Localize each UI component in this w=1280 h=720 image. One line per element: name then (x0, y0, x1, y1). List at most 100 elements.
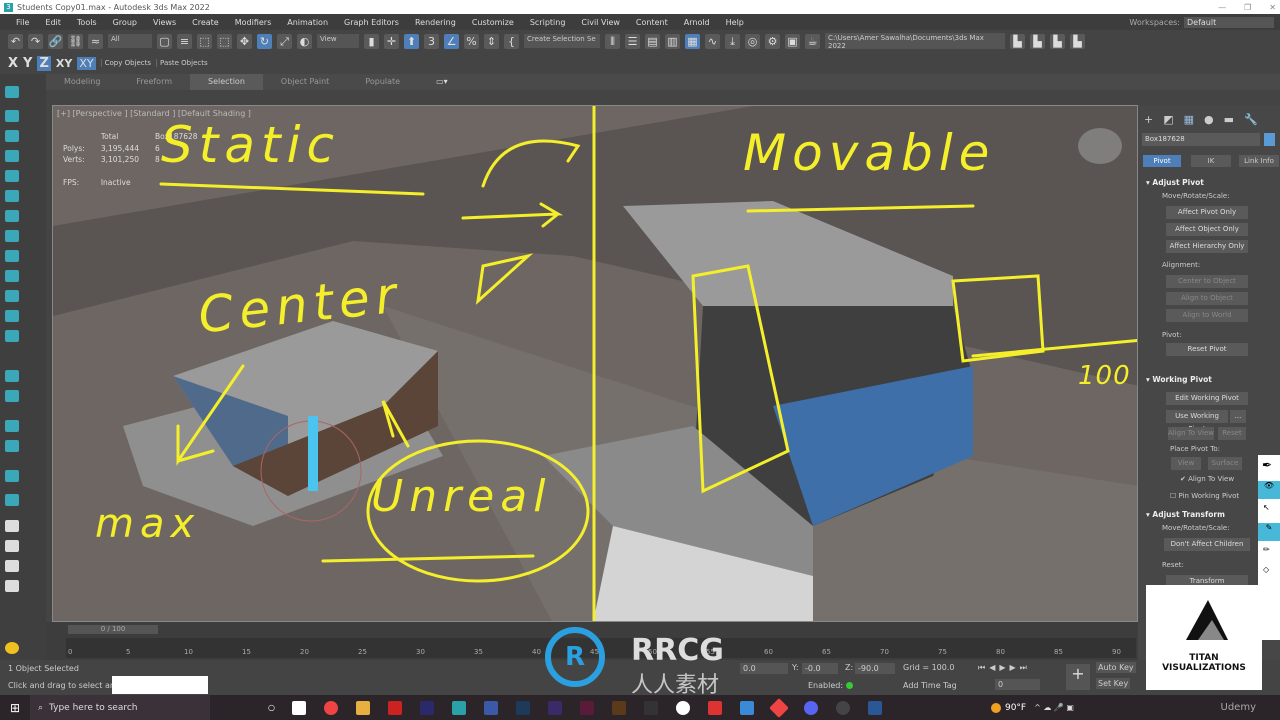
menu-graph-editors[interactable]: Graph Editors (336, 18, 407, 27)
menu-content[interactable]: Content (628, 18, 676, 27)
recorder-icon[interactable] (835, 700, 850, 715)
axis-xy-cycle-button[interactable]: XY (77, 56, 96, 70)
working-pivot-reset-button[interactable]: Reset (1218, 427, 1246, 440)
axis-z-button[interactable]: Z (37, 55, 51, 71)
link-icon[interactable]: 🔗 (48, 33, 63, 49)
ref-coord-dropdown[interactable]: View (317, 34, 359, 48)
curve-editor-icon[interactable]: ∿ (705, 33, 720, 49)
windows-start-icon[interactable]: ⊞ (0, 701, 30, 715)
hierarchy-tab-icon[interactable]: ▦ (1184, 113, 1194, 126)
sphere-icon[interactable] (5, 520, 19, 532)
open-folder-icon[interactable]: ▙ (1030, 33, 1045, 49)
frozen-icon[interactable] (5, 310, 19, 322)
task-view-icon[interactable] (291, 700, 306, 715)
window-crossing-icon[interactable]: ⬚ (217, 33, 232, 49)
x-coord-field[interactable]: 0.0 (740, 663, 788, 674)
menu-scripting[interactable]: Scripting (522, 18, 574, 27)
shape-icon[interactable] (5, 170, 19, 182)
helper-icon[interactable] (5, 190, 19, 202)
menu-tools[interactable]: Tools (69, 18, 105, 27)
affect-object-only-button[interactable]: Affect Object Only (1166, 223, 1248, 236)
render-setup-icon[interactable]: ⚙ (765, 33, 780, 49)
sun-icon[interactable] (5, 642, 19, 654)
project-folder-icon[interactable]: ▙ (1010, 33, 1025, 49)
after-effects-icon[interactable] (547, 700, 562, 715)
frame-icon[interactable] (5, 494, 19, 506)
mirror-icon[interactable]: ⫴ (605, 33, 620, 49)
rect-selection-icon[interactable]: ⬚ (197, 33, 212, 49)
affect-hierarchy-only-button[interactable]: Affect Hierarchy Only (1166, 240, 1248, 253)
photoshop-icon[interactable] (515, 700, 530, 715)
add-time-tag-button[interactable]: Add Time Tag (903, 681, 957, 690)
menu-help[interactable]: Help (718, 18, 752, 27)
maximize-button[interactable]: ❐ (1244, 3, 1251, 12)
steam-icon[interactable] (739, 700, 754, 715)
current-frame-field[interactable]: 0 (995, 679, 1040, 690)
save-icon[interactable]: ▙ (1050, 33, 1065, 49)
snaps-toggle-icon[interactable]: 3 (424, 33, 439, 49)
tab-populate[interactable]: Populate (347, 74, 418, 90)
select-object-icon[interactable]: ▢ (157, 33, 172, 49)
rotate-icon[interactable]: ↻ (257, 33, 272, 49)
unlink-icon[interactable]: ⛓ (68, 33, 83, 49)
material-editor-icon[interactable]: ◎ (745, 33, 760, 49)
close-button[interactable]: ✕ (1269, 3, 1276, 12)
tab-ik[interactable]: IK (1191, 155, 1231, 167)
menu-file[interactable]: File (8, 18, 37, 27)
align-icon[interactable]: ☰ (625, 33, 640, 49)
3dsmax-icon[interactable] (451, 700, 466, 715)
pin-working-pivot-checkbox[interactable]: ☐ Pin Working Pivot (1170, 492, 1239, 500)
miro-icon[interactable] (707, 700, 722, 715)
rendered-frame-icon[interactable]: ▣ (785, 33, 800, 49)
tab-modeling[interactable]: Modeling (46, 74, 118, 90)
light-list-icon[interactable] (5, 420, 19, 432)
scale-icon[interactable]: ⤢ (277, 33, 292, 49)
render-icon[interactable]: ☕ (805, 33, 820, 49)
keyboard-shortcut-icon[interactable]: ⬆ (404, 33, 419, 49)
layer-explorer-icon[interactable]: ▥ (665, 33, 680, 49)
menu-arnold[interactable]: Arnold (676, 18, 718, 27)
menu-group[interactable]: Group (105, 18, 145, 27)
xref-icon[interactable] (5, 330, 19, 342)
illustrator-icon[interactable] (611, 700, 626, 715)
set-key-button[interactable]: Set Key (1096, 678, 1131, 689)
dont-affect-children-button[interactable]: Don't Affect Children (1164, 538, 1250, 551)
teapot-icon[interactable] (5, 540, 19, 552)
playback-controls[interactable]: ⏮◀▶▶⏭ (978, 663, 1031, 673)
cursor-icon[interactable]: ↖ (1263, 503, 1270, 512)
geometry-icon[interactable] (5, 150, 19, 162)
ribbon-options-icon[interactable]: ▭▾ (418, 74, 466, 90)
indesign-icon[interactable] (579, 700, 594, 715)
cortana-icon[interactable]: ○ (268, 703, 275, 712)
visibility-icon[interactable] (5, 370, 19, 382)
working-pivot-rollout[interactable]: ▾ Working Pivot (1146, 375, 1212, 384)
menu-modifiers[interactable]: Modifiers (227, 18, 280, 27)
percent-snap-icon[interactable]: % (464, 33, 479, 49)
display-icon[interactable] (5, 270, 19, 282)
selected-box[interactable] (308, 416, 318, 491)
align-to-object-button[interactable]: Align to Object (1166, 292, 1248, 305)
object-color-swatch[interactable] (1264, 133, 1275, 146)
utilities-tab-icon[interactable]: 🔧 (1244, 113, 1258, 126)
display-mode-icon[interactable] (5, 390, 19, 402)
auto-key-button[interactable]: Auto Key (1096, 662, 1136, 673)
edit-named-selection-icon[interactable]: { (504, 33, 519, 49)
time-slider[interactable]: 0 / 100 (68, 625, 158, 634)
redo-icon[interactable]: ↷ (28, 33, 43, 49)
schematic-view-icon[interactable]: ⤓ (725, 33, 740, 49)
axis-xy-button[interactable]: XY (56, 57, 72, 70)
hierarchy-icon[interactable] (5, 250, 19, 262)
create-tab-icon[interactable]: + (1144, 113, 1153, 126)
place-view-button[interactable]: View (1171, 457, 1201, 470)
file-explorer-icon[interactable] (355, 700, 370, 715)
workspaces-dropdown[interactable]: Default (1184, 16, 1274, 28)
move-icon[interactable]: ✥ (237, 33, 252, 49)
highlighter-icon[interactable]: ✎ (1258, 523, 1280, 541)
cache-icon[interactable] (5, 470, 19, 482)
affect-pivot-only-button[interactable]: Affect Pivot Only (1166, 206, 1248, 219)
eye-icon[interactable]: 👁 (1258, 481, 1280, 499)
paste-objects-button[interactable]: Paste Objects (156, 59, 208, 67)
menu-civil-view[interactable]: Civil View (573, 18, 628, 27)
align-to-view-checkbox[interactable]: ✔ Align To View (1180, 475, 1234, 483)
particle-icon[interactable] (5, 440, 19, 452)
